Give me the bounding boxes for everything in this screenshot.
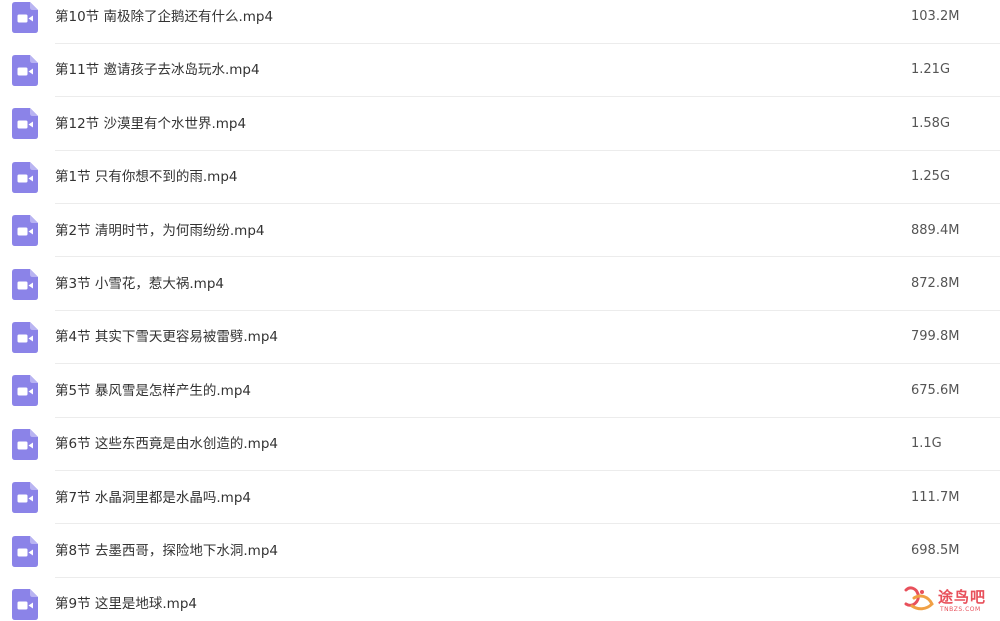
file-row[interactable]: 第9节 这里是地球.mp4 — [0, 578, 1000, 621]
file-row[interactable]: 第6节 这些东西竟是由水创造的.mp4 1.1G — [0, 418, 1000, 472]
file-size: 889.4M — [911, 222, 960, 238]
file-size: 111.7M — [911, 489, 960, 505]
file-name[interactable]: 第6节 这些东西竟是由水创造的.mp4 — [55, 435, 278, 453]
file-name[interactable]: 第7节 水晶洞里都是水晶吗.mp4 — [55, 489, 251, 507]
file-name[interactable]: 第10节 南极除了企鹅还有什么.mp4 — [55, 8, 273, 26]
file-row[interactable]: 第10节 南极除了企鹅还有什么.mp4 103.2M — [0, 0, 1000, 44]
video-file-icon[interactable] — [12, 321, 38, 353]
file-size: 675.6M — [911, 382, 960, 398]
file-name[interactable]: 第9节 这里是地球.mp4 — [55, 595, 197, 613]
file-row[interactable]: 第7节 水晶洞里都是水晶吗.mp4 111.7M — [0, 471, 1000, 525]
file-size: 698.5M — [911, 543, 960, 558]
video-file-icon[interactable] — [12, 108, 38, 140]
file-size: 799.8M — [911, 329, 960, 345]
file-size: 1.58G — [911, 115, 951, 131]
file-name[interactable]: 第5节 暴风雪是怎样产生的.mp4 — [55, 382, 251, 400]
file-name[interactable]: 第4节 其实下雪天更容易被雷劈.mp4 — [55, 328, 278, 346]
file-name[interactable]: 第1节 只有你想不到的雨.mp4 — [55, 168, 237, 186]
video-file-icon[interactable] — [12, 588, 38, 620]
file-size: 1.21G — [911, 62, 951, 78]
file-row[interactable]: 第11节 邀请孩子去冰岛玩水.mp4 1.21G — [0, 44, 1000, 98]
file-row[interactable]: 第1节 只有你想不到的雨.mp4 1.25G — [0, 151, 1000, 205]
file-list: 第10节 南极除了企鹅还有什么.mp4 103.2M 第11节 邀请孩子去冰岛玩水.… — [0, 0, 1000, 621]
video-file-icon[interactable] — [12, 375, 38, 407]
bird-logo-icon — [904, 586, 934, 611]
file-size: 1.25G — [911, 169, 951, 185]
file-row[interactable]: 第12节 沙漠里有个水世界.mp4 1.58G — [0, 97, 1000, 151]
file-size: 103.2M — [911, 9, 960, 24]
video-file-icon[interactable] — [12, 428, 38, 460]
file-row[interactable]: 第4节 其实下雪天更容易被雷劈.mp4 799.8M — [0, 311, 1000, 365]
file-size: 1.1G — [911, 436, 942, 452]
file-name[interactable]: 第8节 去墨西哥，探险地下水洞.mp4 — [55, 542, 278, 560]
file-name[interactable]: 第11节 邀请孩子去冰岛玩水.mp4 — [55, 61, 260, 79]
watermark-logo: 途鸟吧 TNBZS.COM — [900, 580, 996, 618]
watermark-subtext: TNBZS.COM — [940, 606, 981, 613]
video-file-icon[interactable] — [12, 1, 38, 33]
video-file-icon[interactable] — [12, 215, 38, 247]
file-size: 872.8M — [911, 276, 960, 291]
video-file-icon[interactable] — [12, 54, 38, 86]
video-file-icon[interactable] — [12, 535, 38, 567]
video-file-icon[interactable] — [12, 161, 38, 193]
file-row[interactable]: 第5节 暴风雪是怎样产生的.mp4 675.6M — [0, 364, 1000, 418]
file-name[interactable]: 第2节 清明时节，为何雨纷纷.mp4 — [55, 222, 264, 240]
file-row[interactable]: 第8节 去墨西哥，探险地下水洞.mp4 698.5M — [0, 525, 1000, 578]
file-name[interactable]: 第12节 沙漠里有个水世界.mp4 — [55, 115, 246, 133]
file-row[interactable]: 第3节 小雪花，惹大祸.mp4 872.8M — [0, 258, 1000, 311]
watermark-text: 途鸟吧 — [938, 588, 987, 606]
video-file-icon[interactable] — [12, 482, 38, 514]
video-file-icon[interactable] — [12, 268, 38, 300]
file-row[interactable]: 第2节 清明时节，为何雨纷纷.mp4 889.4M — [0, 204, 1000, 258]
file-name[interactable]: 第3节 小雪花，惹大祸.mp4 — [55, 275, 224, 293]
